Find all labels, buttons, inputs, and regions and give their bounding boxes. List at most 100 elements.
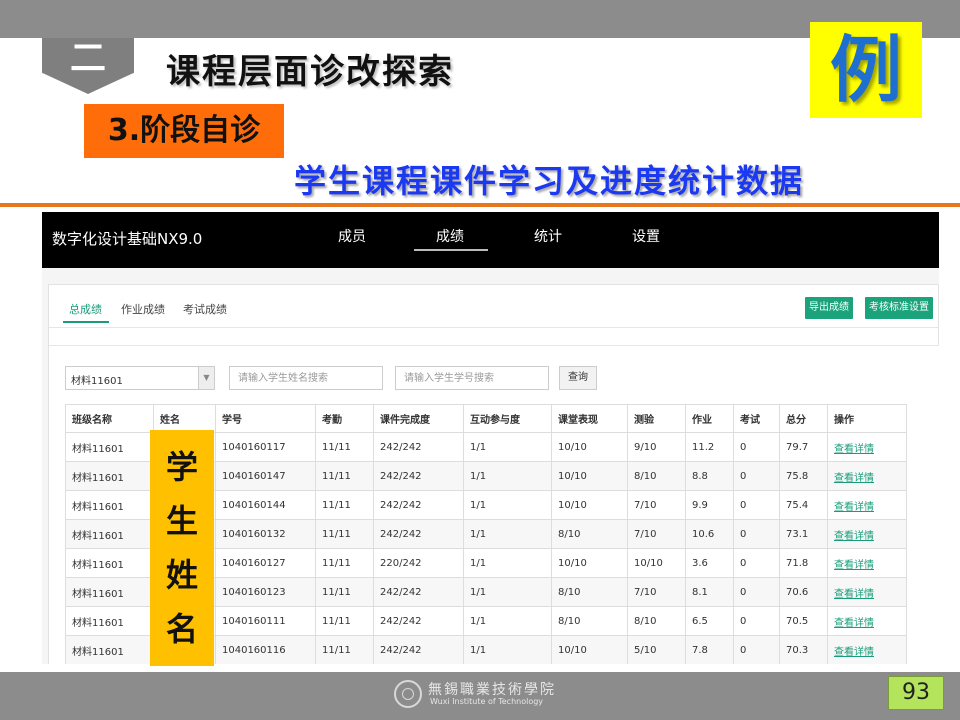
column-header: 班级名称 — [65, 404, 154, 433]
view-details-link[interactable]: 查看详情 — [834, 531, 874, 542]
subtab-active-indicator — [63, 321, 109, 323]
section-number: 二 — [69, 38, 106, 79]
table-cell: 1040160144 — [215, 490, 316, 520]
table-cell: 10/10 — [627, 548, 686, 578]
class-select-value: 材料11601 — [71, 376, 123, 387]
table-cell: 7/10 — [627, 577, 686, 607]
view-details-link[interactable]: 查看详情 — [834, 473, 874, 484]
table-cell: 6.5 — [685, 606, 734, 636]
table-cell: 71.8 — [779, 548, 828, 578]
table-cell: 242/242 — [373, 461, 464, 491]
nav-tab-settings[interactable]: 设置 — [606, 226, 686, 246]
course-name: 数字化设计基础NX9.0 — [52, 230, 203, 248]
slide: 二 课程层面诊改探索 例 3.阶段自诊 学生课程课件学习及进度统计数据 数字化设… — [0, 0, 960, 720]
grading-standard-button[interactable]: 考核标准设置 — [865, 297, 933, 319]
query-button[interactable]: 查询 — [559, 366, 597, 390]
table-cell: 10/10 — [551, 432, 628, 462]
view-details-link[interactable]: 查看详情 — [834, 560, 874, 571]
table-cell: 1040160116 — [215, 635, 316, 664]
student-id-search-input[interactable] — [395, 366, 549, 390]
school-name-en: Wuxi Institute of Technology — [430, 697, 544, 706]
view-details-link[interactable]: 查看详情 — [834, 444, 874, 455]
column-header: 考试 — [733, 404, 780, 433]
table-cell: 0 — [733, 606, 780, 636]
column-header: 互动参与度 — [463, 404, 552, 433]
table-cell: 220/242 — [373, 548, 464, 578]
chevron-down-icon[interactable]: ▼ — [198, 367, 214, 389]
table-cell: 0 — [733, 461, 780, 491]
subtab-exam-grades[interactable]: 考试成绩 — [183, 301, 227, 317]
view-details-link[interactable]: 查看详情 — [834, 647, 874, 658]
column-header: 考勤 — [315, 404, 374, 433]
table-cell: 11/11 — [315, 461, 374, 491]
table-cell: 1040160111 — [215, 606, 316, 636]
overlay-char: 名 — [165, 610, 198, 648]
table-cell: 11/11 — [315, 519, 374, 549]
table-cell: 11/11 — [315, 577, 374, 607]
subtab-homework-grades[interactable]: 作业成绩 — [121, 301, 165, 317]
example-badge: 例 — [810, 22, 922, 118]
class-select[interactable]: 材料11601 ▼ — [65, 366, 215, 390]
nav-tab-grades[interactable]: 成绩 — [410, 226, 490, 246]
table-cell: 8/10 — [627, 461, 686, 491]
table-cell: 0 — [733, 490, 780, 520]
table-cell: 1040160147 — [215, 461, 316, 491]
table-cell: 材料11601 — [65, 548, 154, 578]
table-cell: 材料11601 — [65, 635, 154, 664]
student-name-search-input[interactable] — [229, 366, 383, 390]
table-cell: 材料11601 — [65, 461, 154, 491]
column-header: 课件完成度 — [373, 404, 464, 433]
table-cell: 9/10 — [627, 432, 686, 462]
table-cell: 0 — [733, 577, 780, 607]
table-cell: 242/242 — [373, 635, 464, 664]
table-cell: 70.6 — [779, 577, 828, 607]
table-cell: 1040160117 — [215, 432, 316, 462]
app-navbar: 数字化设计基础NX9.0 成员 成绩 统计 设置 — [42, 212, 939, 268]
student-name-overlay: 学 生 姓 名 — [150, 430, 214, 666]
subtab-total-grades[interactable]: 总成绩 — [69, 301, 102, 317]
table-cell: 73.1 — [779, 519, 828, 549]
table-cell: 1/1 — [463, 519, 552, 549]
table-cell: 11.2 — [685, 432, 734, 462]
view-details-link[interactable]: 查看详情 — [834, 589, 874, 600]
column-header: 测验 — [627, 404, 686, 433]
table-cell: 70.3 — [779, 635, 828, 664]
slide-title: 课程层面诊改探索 — [166, 52, 454, 92]
table-cell: 1/1 — [463, 577, 552, 607]
view-details-link[interactable]: 查看详情 — [834, 618, 874, 629]
export-grades-button[interactable]: 导出成绩 — [805, 297, 853, 319]
table-cell: 242/242 — [373, 606, 464, 636]
table-cell: 7/10 — [627, 519, 686, 549]
table-cell: 1/1 — [463, 635, 552, 664]
table-cell: 11/11 — [315, 548, 374, 578]
nav-tab-members[interactable]: 成员 — [312, 226, 392, 246]
table-cell: 1/1 — [463, 490, 552, 520]
nav-active-indicator — [414, 249, 488, 251]
table-cell: 查看详情 — [827, 577, 907, 607]
table-cell: 10/10 — [551, 635, 628, 664]
column-header: 学号 — [215, 404, 316, 433]
overlay-char: 生 — [165, 502, 198, 540]
table-cell: 1/1 — [463, 606, 552, 636]
view-details-link[interactable]: 查看详情 — [834, 502, 874, 513]
table-cell: 70.5 — [779, 606, 828, 636]
table-cell: 查看详情 — [827, 548, 907, 578]
table-cell: 8/10 — [551, 606, 628, 636]
table-cell: 0 — [733, 548, 780, 578]
table-cell: 8/10 — [627, 606, 686, 636]
table-cell: 材料11601 — [65, 432, 154, 462]
table-cell: 1040160132 — [215, 519, 316, 549]
table-cell: 1/1 — [463, 461, 552, 491]
nav-tab-statistics[interactable]: 统计 — [508, 226, 588, 246]
table-cell: 1040160127 — [215, 548, 316, 578]
table-cell: 10/10 — [551, 490, 628, 520]
table-cell: 查看详情 — [827, 519, 907, 549]
table-cell: 7/10 — [627, 490, 686, 520]
table-cell: 0 — [733, 519, 780, 549]
table-cell: 查看详情 — [827, 606, 907, 636]
table-cell: 75.8 — [779, 461, 828, 491]
table-cell: 5/10 — [627, 635, 686, 664]
table-cell: 1/1 — [463, 432, 552, 462]
table-cell: 8.8 — [685, 461, 734, 491]
subtab-divider — [49, 327, 939, 328]
